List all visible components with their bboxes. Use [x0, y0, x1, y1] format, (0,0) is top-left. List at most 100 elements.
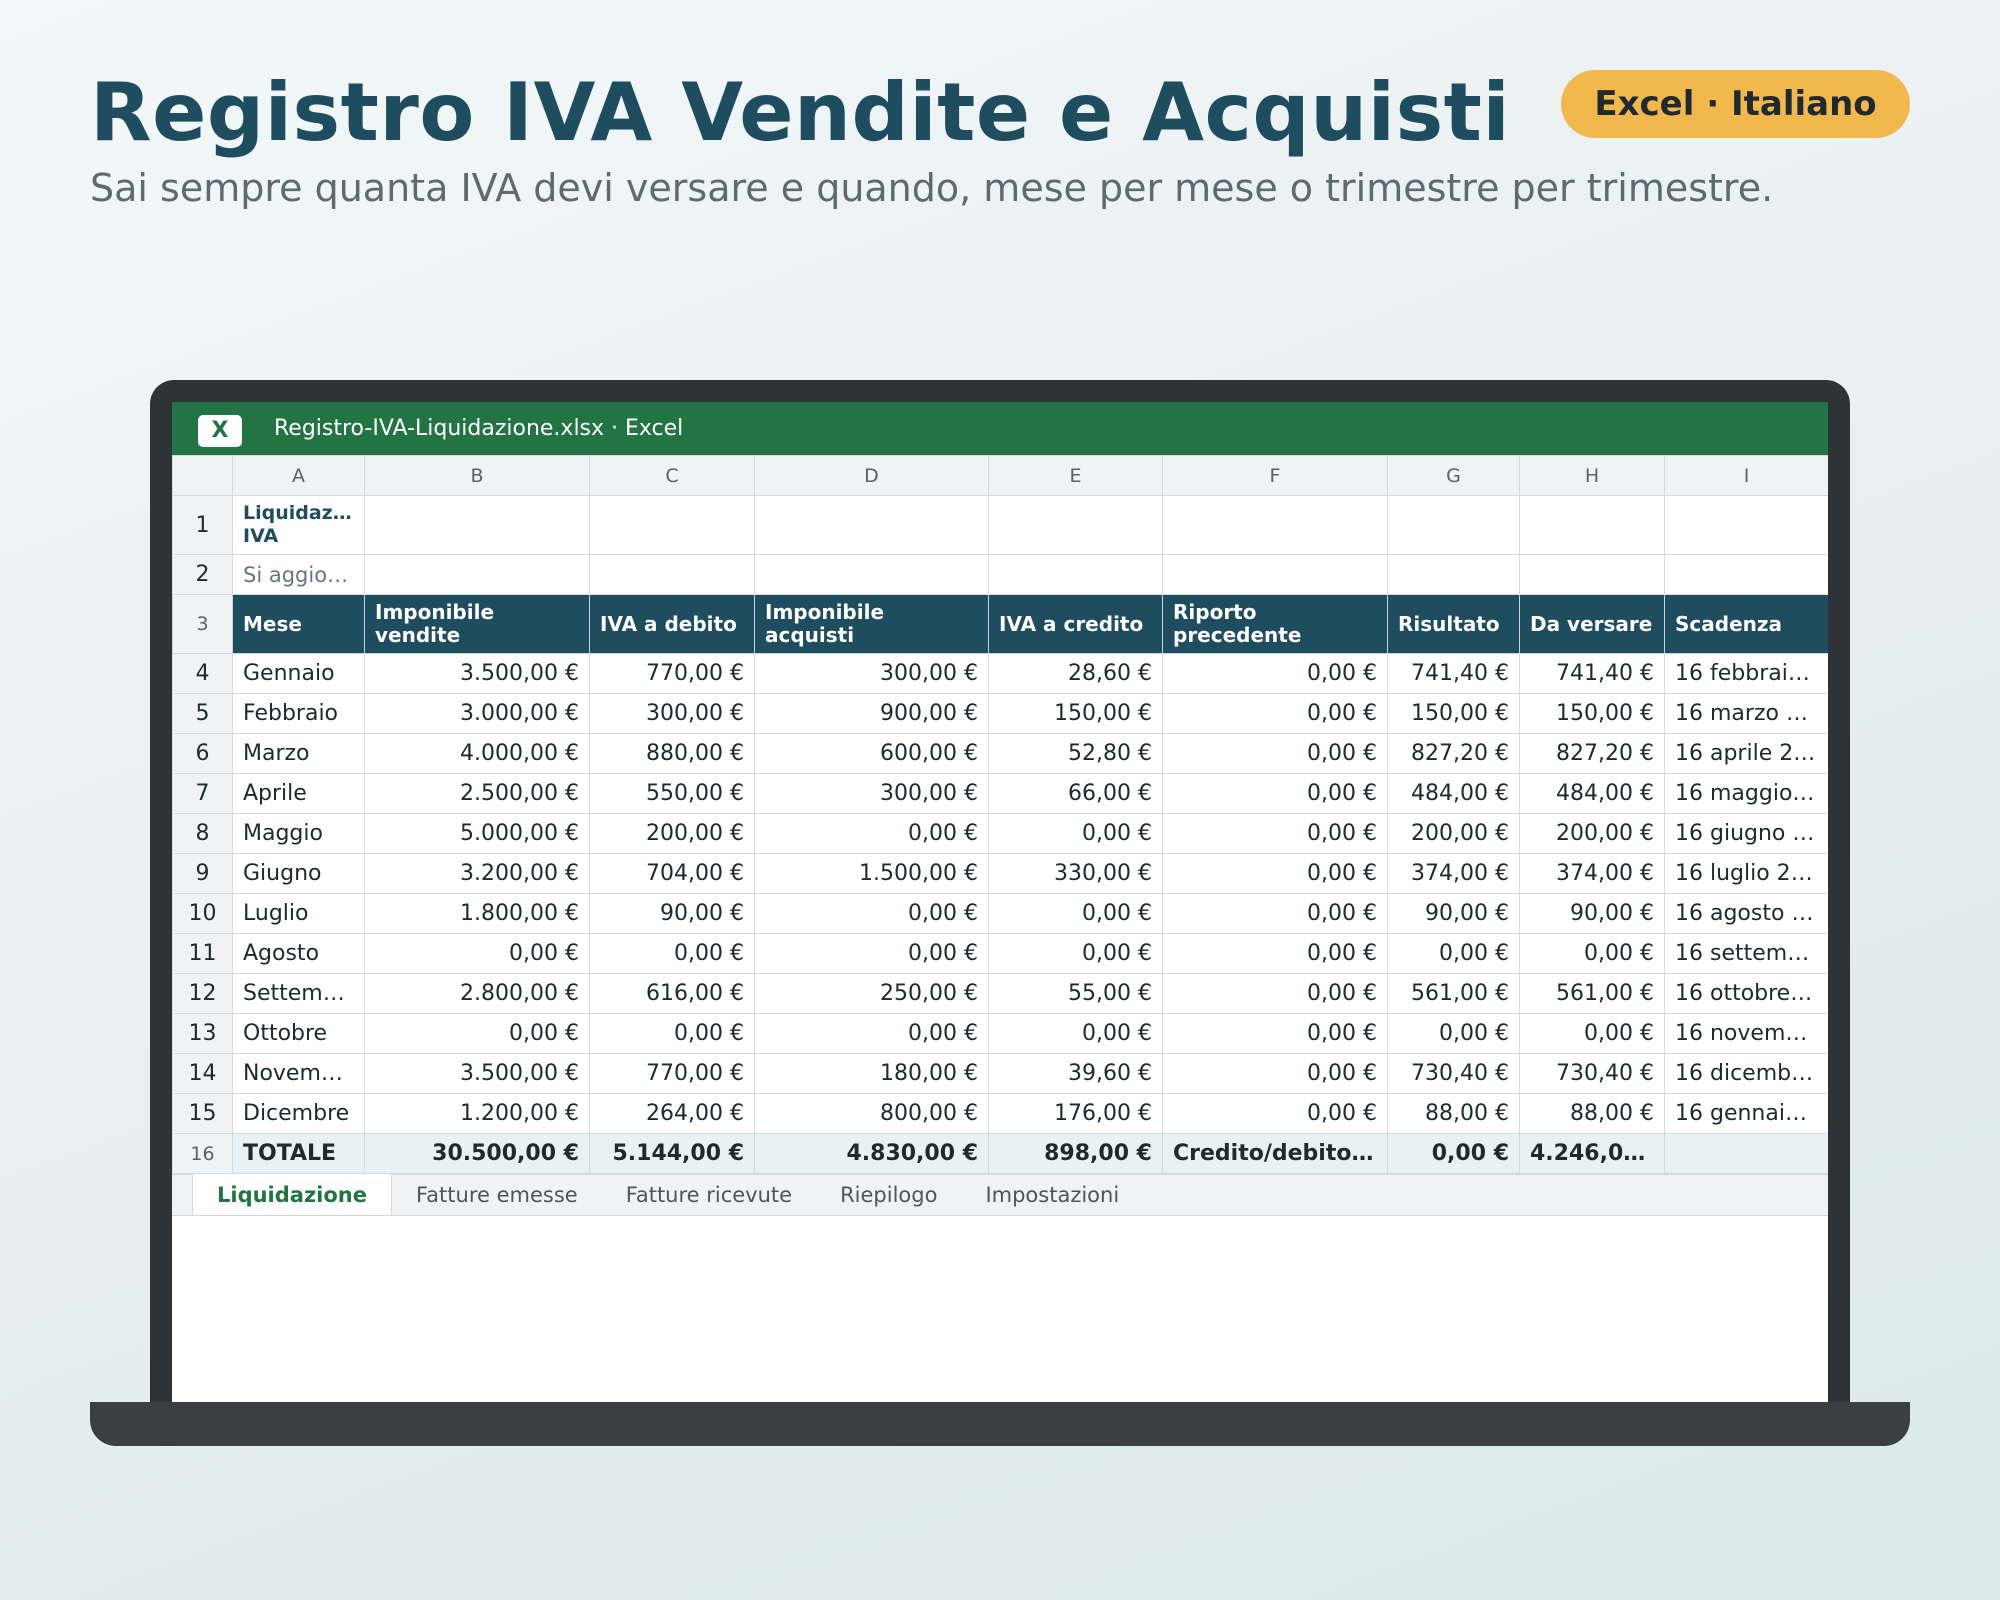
sheet-tab-riepilogo[interactable]: Riepilogo [816, 1175, 961, 1215]
amount-cell[interactable]: 3.200,00 € [364, 853, 590, 894]
cell[interactable] [754, 554, 989, 595]
amount-cell[interactable]: 827,20 € [1387, 733, 1520, 774]
month-cell[interactable]: Novembre [232, 1053, 365, 1094]
cell[interactable] [754, 495, 989, 555]
header-cell-riporto[interactable]: Riporto precedente [1162, 594, 1388, 654]
amount-cell[interactable]: 900,00 € [754, 693, 989, 734]
amount-cell[interactable]: 250,00 € [754, 973, 989, 1014]
amount-cell[interactable]: 1.200,00 € [364, 1093, 590, 1134]
cell[interactable] [1387, 495, 1520, 555]
month-cell[interactable]: Maggio [232, 813, 365, 854]
deadline-cell[interactable]: 16 febbraio 2025 [1664, 653, 1828, 694]
sheet-title-cell[interactable]: Liquidazione IVA [232, 495, 365, 555]
cell[interactable] [988, 495, 1163, 555]
month-cell[interactable]: Agosto [232, 933, 365, 974]
amount-cell[interactable]: 90,00 € [1387, 893, 1520, 934]
amount-cell[interactable]: 0,00 € [1162, 733, 1388, 774]
total-label-cell[interactable]: TOTALE [232, 1133, 365, 1174]
cell[interactable] [364, 554, 590, 595]
month-cell[interactable]: Luglio [232, 893, 365, 934]
amount-cell[interactable]: 561,00 € [1387, 973, 1520, 1014]
amount-cell[interactable]: 741,40 € [1519, 653, 1665, 694]
row-number[interactable]: 4 [172, 653, 233, 694]
amount-cell[interactable]: 0,00 € [754, 893, 989, 934]
amount-cell[interactable]: 200,00 € [1387, 813, 1520, 854]
amount-cell[interactable]: 88,00 € [1387, 1093, 1520, 1134]
amount-cell[interactable]: 0,00 € [589, 933, 755, 974]
amount-cell[interactable]: 484,00 € [1387, 773, 1520, 814]
cell[interactable] [988, 554, 1163, 595]
cell[interactable] [1162, 495, 1388, 555]
amount-cell[interactable]: 0,00 € [1162, 893, 1388, 934]
amount-cell[interactable]: 0,00 € [1519, 933, 1665, 974]
amount-cell[interactable]: 0,00 € [1162, 853, 1388, 894]
amount-cell[interactable]: 330,00 € [988, 853, 1163, 894]
amount-cell[interactable]: 2.500,00 € [364, 773, 590, 814]
amount-cell[interactable]: 730,40 € [1387, 1053, 1520, 1094]
amount-cell[interactable]: 0,00 € [988, 1013, 1163, 1054]
column-header[interactable]: G [1387, 455, 1520, 496]
amount-cell[interactable]: 150,00 € [1519, 693, 1665, 734]
amount-cell[interactable]: 176,00 € [988, 1093, 1163, 1134]
amount-cell[interactable]: 374,00 € [1387, 853, 1520, 894]
column-header[interactable]: C [589, 455, 755, 496]
sheet-tab-liquidazione[interactable]: Liquidazione [192, 1174, 393, 1215]
amount-cell[interactable]: 28,60 € [988, 653, 1163, 694]
row-number[interactable]: 7 [172, 773, 233, 814]
amount-cell[interactable]: 704,00 € [589, 853, 755, 894]
amount-cell[interactable]: 180,00 € [754, 1053, 989, 1094]
amount-cell[interactable]: 0,00 € [1162, 1053, 1388, 1094]
amount-cell[interactable]: 2.800,00 € [364, 973, 590, 1014]
deadline-cell[interactable]: 16 novembre 2025 [1664, 1013, 1828, 1054]
amount-cell[interactable]: 880,00 € [589, 733, 755, 774]
cell[interactable] [1519, 495, 1665, 555]
month-cell[interactable]: Gennaio [232, 653, 365, 694]
amount-cell[interactable]: 150,00 € [988, 693, 1163, 734]
total-cell[interactable]: 30.500,00 € [364, 1133, 590, 1174]
amount-cell[interactable]: 1.500,00 € [754, 853, 989, 894]
month-cell[interactable]: Aprile [232, 773, 365, 814]
amount-cell[interactable]: 300,00 € [754, 653, 989, 694]
row-number[interactable]: 9 [172, 853, 233, 894]
header-cell-iva-debito[interactable]: IVA a debito [589, 594, 755, 654]
amount-cell[interactable]: 0,00 € [1519, 1013, 1665, 1054]
total-cell[interactable] [1664, 1133, 1828, 1174]
amount-cell[interactable]: 0,00 € [1162, 813, 1388, 854]
amount-cell[interactable]: 0,00 € [1162, 773, 1388, 814]
amount-cell[interactable]: 0,00 € [1162, 693, 1388, 734]
header-cell-imponibile-vendite[interactable]: Imponibile vendite [364, 594, 590, 654]
amount-cell[interactable]: 200,00 € [589, 813, 755, 854]
amount-cell[interactable]: 300,00 € [754, 773, 989, 814]
amount-cell[interactable]: 616,00 € [589, 973, 755, 1014]
column-header[interactable]: E [988, 455, 1163, 496]
month-cell[interactable]: Marzo [232, 733, 365, 774]
row-number[interactable]: 13 [172, 1013, 233, 1054]
amount-cell[interactable]: 0,00 € [1162, 1013, 1388, 1054]
amount-cell[interactable]: 5.000,00 € [364, 813, 590, 854]
amount-cell[interactable]: 0,00 € [589, 1013, 755, 1054]
select-all-corner[interactable] [172, 455, 233, 496]
amount-cell[interactable]: 90,00 € [1519, 893, 1665, 934]
header-cell-da-versare[interactable]: Da versare [1519, 594, 1665, 654]
amount-cell[interactable]: 3.500,00 € [364, 1053, 590, 1094]
row-number[interactable]: 11 [172, 933, 233, 974]
month-cell[interactable]: Settembre [232, 973, 365, 1014]
cell[interactable] [1519, 554, 1665, 595]
sheet-tab-fatture-ricevute[interactable]: Fatture ricevute [602, 1175, 816, 1215]
deadline-cell[interactable]: 16 agosto 2025 [1664, 893, 1828, 934]
header-cell-scadenza[interactable]: Scadenza [1664, 594, 1828, 654]
amount-cell[interactable]: 730,40 € [1519, 1053, 1665, 1094]
amount-cell[interactable]: 0,00 € [988, 813, 1163, 854]
deadline-cell[interactable]: 16 luglio 2025 [1664, 853, 1828, 894]
amount-cell[interactable]: 0,00 € [1162, 1093, 1388, 1134]
sheet-tab-impostazioni[interactable]: Impostazioni [961, 1175, 1143, 1215]
cell[interactable] [364, 495, 590, 555]
amount-cell[interactable]: 0,00 € [988, 893, 1163, 934]
amount-cell[interactable]: 0,00 € [754, 813, 989, 854]
deadline-cell[interactable]: 16 ottobre 2025 [1664, 973, 1828, 1014]
header-cell-mese[interactable]: Mese [232, 594, 365, 654]
row-number[interactable]: 8 [172, 813, 233, 854]
header-cell-imponibile-acquisti[interactable]: Imponibile acquisti [754, 594, 989, 654]
column-header[interactable]: A [232, 455, 365, 496]
cell[interactable] [1664, 554, 1828, 595]
